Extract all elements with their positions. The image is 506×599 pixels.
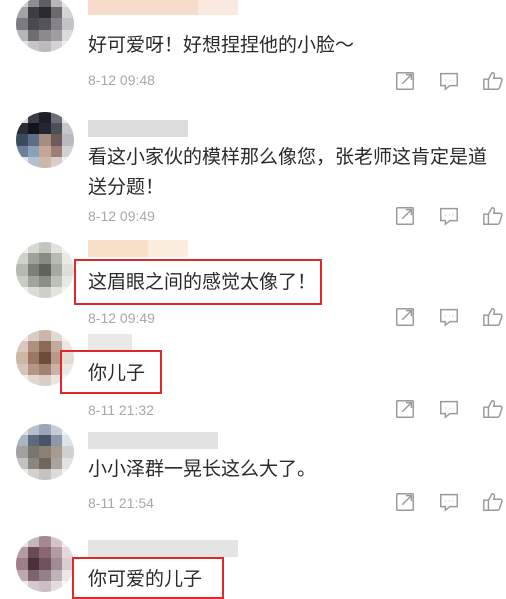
thumbs-up-icon[interactable] <box>482 306 506 330</box>
username-blurred[interactable] <box>88 240 188 257</box>
comment-time: 8-12 09:48 <box>88 72 155 88</box>
avatar[interactable] <box>16 536 74 592</box>
username-blurred[interactable] <box>88 120 188 137</box>
comment-time: 8-12 09:49 <box>88 208 155 224</box>
share-icon[interactable] <box>394 205 418 229</box>
comment-actions <box>394 205 506 229</box>
share-icon[interactable] <box>394 491 418 515</box>
reply-icon[interactable] <box>438 306 462 330</box>
thumbs-up-icon[interactable] <box>482 205 506 229</box>
comment-text: 看这小家伙的模样那么像您，张老师这肯定是道 送分题！ <box>88 146 488 198</box>
thumbs-up-icon[interactable] <box>482 398 506 422</box>
avatar[interactable] <box>16 424 74 480</box>
comment-time: 8-12 09:49 <box>88 310 155 326</box>
reply-icon[interactable] <box>438 205 462 229</box>
comment-time: 8-11 21:54 <box>88 495 154 511</box>
reply-icon[interactable] <box>438 70 462 94</box>
thumbs-up-icon[interactable] <box>482 70 506 94</box>
comment-text: 小小泽群一晃长这么大了。 <box>88 458 317 480</box>
comment-actions <box>394 306 506 330</box>
username-blurred[interactable] <box>88 0 238 15</box>
share-icon[interactable] <box>394 70 418 94</box>
comment-actions <box>394 491 506 515</box>
comment-text: 你可爱的儿子 <box>88 568 203 590</box>
username-blurred[interactable] <box>88 334 132 351</box>
comment-text: 好可爱呀！好想捏捏他的小脸～ <box>88 34 355 56</box>
reply-icon[interactable] <box>438 491 462 515</box>
username-blurred[interactable] <box>88 432 218 449</box>
comment-text: 你儿子 <box>88 362 146 384</box>
reply-icon[interactable] <box>438 398 462 422</box>
avatar[interactable] <box>16 0 74 52</box>
username-blurred[interactable] <box>88 540 238 557</box>
comment-actions <box>394 70 506 94</box>
comment-actions <box>394 398 506 422</box>
comment-text: 这眉眼之间的感觉太像了！ <box>88 271 317 293</box>
avatar[interactable] <box>16 112 74 168</box>
comment-time: 8-11 21:32 <box>88 402 154 418</box>
share-icon[interactable] <box>394 306 418 330</box>
avatar[interactable] <box>16 242 74 298</box>
thumbs-up-icon[interactable] <box>482 491 506 515</box>
share-icon[interactable] <box>394 398 418 422</box>
